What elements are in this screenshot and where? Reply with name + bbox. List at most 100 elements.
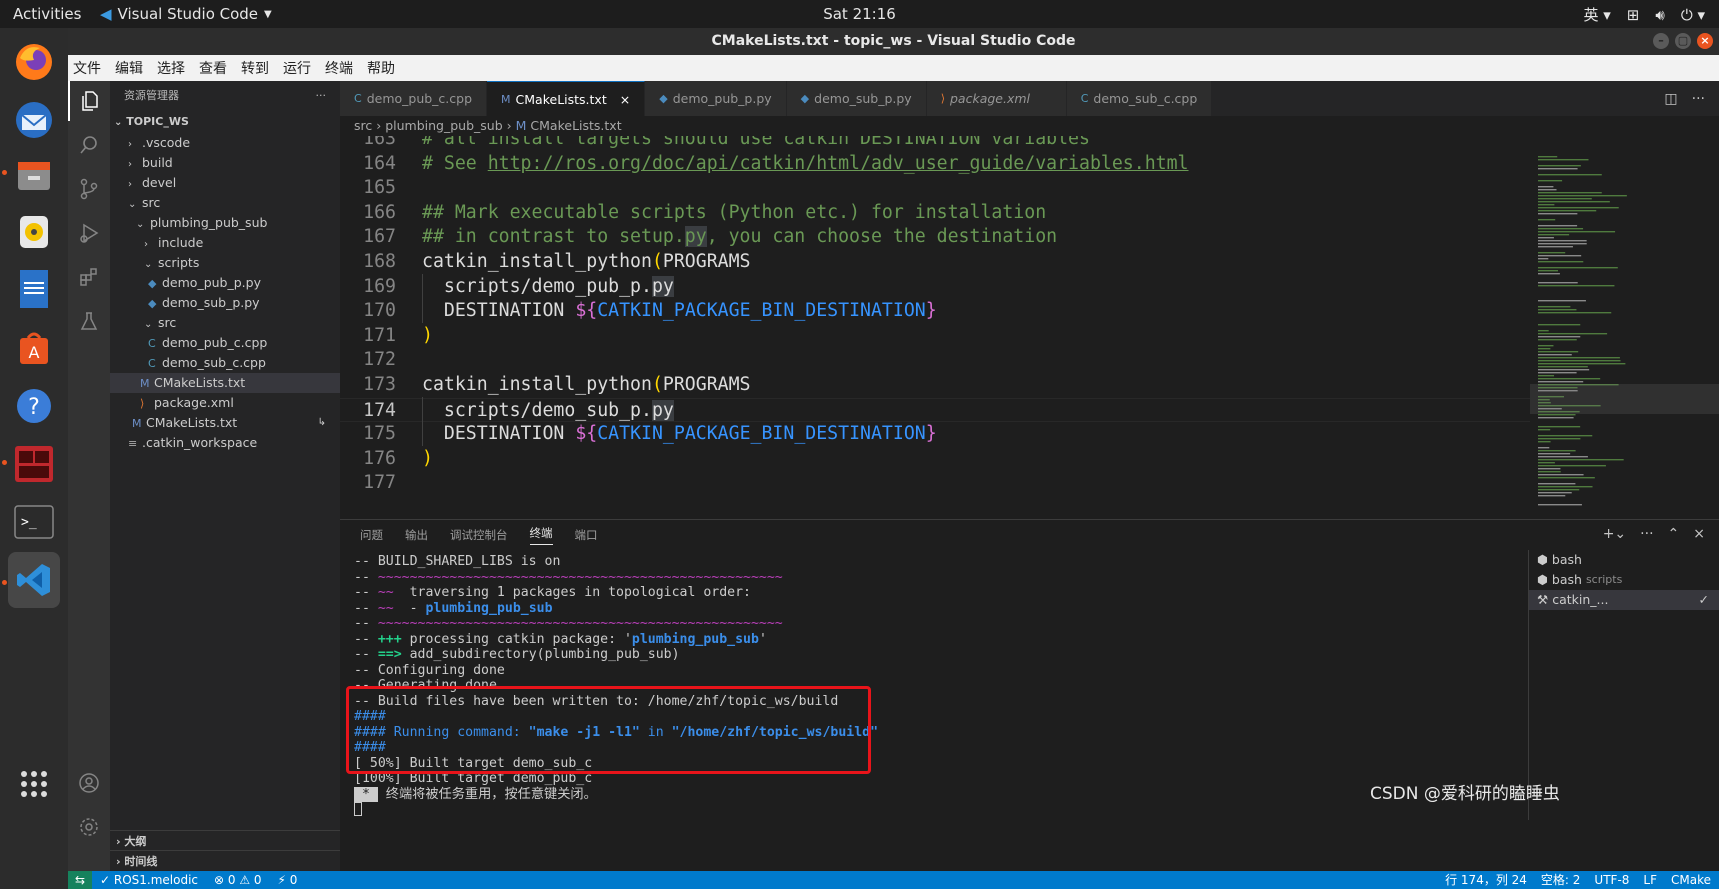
code-link[interactable]: http://ros.org/doc/api/catkin/html/adv_u… xyxy=(488,153,1189,174)
menu-selection[interactable]: 选择 xyxy=(157,58,185,78)
input-method[interactable]: 英 ▾ xyxy=(1583,4,1610,25)
tree-item-scripts[interactable]: ⌄ scripts xyxy=(110,253,340,273)
maximize-icon[interactable]: ▢ xyxy=(1675,33,1691,49)
code-line: 163 # all install targets should use catk… xyxy=(363,136,1090,149)
svg-text:A: A xyxy=(29,343,40,362)
tree-item-build[interactable]: › build xyxy=(110,153,340,173)
writer-icon[interactable] xyxy=(8,264,60,316)
files-icon[interactable] xyxy=(8,150,60,202)
maximize-panel-icon[interactable]: ⌃ xyxy=(1668,526,1680,542)
thunderbird-icon[interactable] xyxy=(8,94,60,146)
tab-demo-pub-p-py[interactable]: ◆ demo_pub_p.py xyxy=(645,81,787,116)
tab-demo-sub-c-cpp[interactable]: Cdemo_sub_c.cpp xyxy=(1066,81,1213,116)
status-cursor-position[interactable]: 行 174，列 24 xyxy=(1445,871,1527,889)
tree-item-src-inner[interactable]: ⌄ src xyxy=(110,313,340,333)
more-actions-icon[interactable]: ··· xyxy=(1692,91,1705,107)
code-line: 164 # See http://ros.org/doc/api/catkin/h… xyxy=(363,152,1189,174)
testing-icon[interactable] xyxy=(68,301,110,341)
search-icon[interactable] xyxy=(68,125,110,165)
tab-close-icon[interactable]: × xyxy=(620,82,630,117)
source-control-icon[interactable] xyxy=(68,169,110,209)
tree-item-demo-pub-p-py[interactable]: ◆ demo_pub_p.py xyxy=(110,273,340,293)
tree-item-catkin-workspace[interactable]: ≡ .catkin_workspace xyxy=(110,433,340,453)
code-editor[interactable]: 163 # all install targets should use catk… xyxy=(340,136,1530,519)
status-problems[interactable]: ⊗ 0 ⚠ 0 xyxy=(206,871,270,889)
menu-file[interactable]: 文件 xyxy=(73,58,101,78)
chevron-right-icon: › xyxy=(144,239,148,250)
tab-output[interactable]: 输出 xyxy=(405,527,428,543)
status-ros-env[interactable]: ✓ ROS1.melodic xyxy=(92,871,206,889)
workspace-header[interactable]: ⌄ TOPIC_WS xyxy=(110,111,340,133)
tab-package-xml[interactable]: ⟩ package.xml xyxy=(926,81,1067,116)
power-icon[interactable]: ⏻ ▾ xyxy=(1681,6,1705,24)
split-editor-icon[interactable]: ◫ xyxy=(1664,91,1677,107)
menu-help[interactable]: 帮助 xyxy=(367,58,395,78)
close-icon[interactable]: × xyxy=(1697,33,1713,49)
menu-terminal[interactable]: 终端 xyxy=(325,58,353,78)
menu-view[interactable]: 查看 xyxy=(199,58,227,78)
rhythmbox-icon[interactable] xyxy=(8,206,60,258)
tab-ports[interactable]: 端口 xyxy=(575,527,598,543)
accounts-icon[interactable] xyxy=(68,763,110,803)
tree-item-devel[interactable]: › devel xyxy=(110,173,340,193)
minimap-line xyxy=(1538,201,1610,203)
breadcrumb-file[interactable]: CMakeLists.txt xyxy=(530,118,621,133)
outline-section[interactable]: › 大纲 xyxy=(110,830,340,852)
menu-edit[interactable]: 编辑 xyxy=(115,58,143,78)
settings-gear-icon[interactable] xyxy=(68,807,110,847)
run-debug-icon[interactable] xyxy=(68,213,110,253)
breadcrumb-src[interactable]: src xyxy=(354,118,372,133)
status-indentation[interactable]: 空格: 2 xyxy=(1541,871,1581,889)
tree-item-demo-sub-c-cpp[interactable]: Cdemo_sub_c.cpp xyxy=(110,353,340,373)
tree-item-cmakelists-root[interactable]: M CMakeLists.txt ↳ xyxy=(110,413,340,433)
tree-item-demo-sub-p-py[interactable]: ◆ demo_sub_p.py xyxy=(110,293,340,313)
tree-item-package-xml[interactable]: ⟩ package.xml xyxy=(110,393,340,413)
minimap[interactable] xyxy=(1530,136,1719,519)
minimap-line xyxy=(1538,210,1597,212)
tab-terminal[interactable]: 终端 xyxy=(529,525,553,545)
explorer-icon[interactable] xyxy=(68,81,110,121)
vscode-icon[interactable] xyxy=(8,552,60,608)
new-terminal-icon[interactable]: +⌄ xyxy=(1603,526,1626,542)
menu-go[interactable]: 转到 xyxy=(241,58,269,78)
terminator-icon[interactable] xyxy=(8,438,60,490)
minimize-icon[interactable]: – xyxy=(1653,33,1669,49)
volume-icon[interactable]: 🔊︎ xyxy=(1655,6,1664,24)
more-actions-icon[interactable]: ··· xyxy=(1640,526,1653,542)
tab-problems[interactable]: 问题 xyxy=(360,527,383,543)
tab-demo-sub-p-py[interactable]: ◆ demo_sub_p.py xyxy=(786,81,927,116)
window-titlebar[interactable]: CMakeLists.txt - topic_ws - Visual Studi… xyxy=(68,28,1719,55)
tree-item-src[interactable]: ⌄ src xyxy=(110,193,340,213)
tab-debug-console[interactable]: 调试控制台 xyxy=(450,527,508,543)
menu-run[interactable]: 运行 xyxy=(283,58,311,78)
terminal-icon[interactable]: >_ xyxy=(8,496,60,548)
breadcrumb-package[interactable]: plumbing_pub_sub xyxy=(385,118,502,133)
tree-item-demo-pub-c-cpp[interactable]: Cdemo_pub_c.cpp xyxy=(110,333,340,353)
software-icon[interactable]: A xyxy=(8,322,60,374)
status-ports[interactable]: ⚡ 0 xyxy=(270,871,306,889)
xml-file-icon: ⟩ xyxy=(140,397,145,410)
terminal-list-item-bash-scripts[interactable]: ⬢ bash scripts xyxy=(1529,570,1719,590)
network-icon[interactable]: ⊞ xyxy=(1627,6,1640,24)
status-encoding[interactable]: UTF-8 xyxy=(1594,871,1629,889)
tree-item-vscode[interactable]: › .vscode xyxy=(110,133,340,153)
extensions-icon[interactable] xyxy=(68,257,110,297)
more-actions-icon[interactable]: ··· xyxy=(316,81,327,111)
close-panel-icon[interactable]: × xyxy=(1693,526,1705,542)
tab-demo-pub-c-cpp[interactable]: Cdemo_pub_c.cpp xyxy=(340,81,488,116)
tree-item-plumbing-pub-sub[interactable]: ⌄ plumbing_pub_sub xyxy=(110,213,340,233)
tree-item-cmakelists-selected[interactable]: M CMakeLists.txt xyxy=(110,373,340,393)
status-eol[interactable]: LF xyxy=(1643,871,1657,889)
remote-indicator-icon[interactable]: ⇆ xyxy=(68,871,92,889)
tree-item-include[interactable]: › include xyxy=(110,233,340,253)
status-language[interactable]: CMake xyxy=(1671,871,1711,889)
terminal-list-item-catkin[interactable]: ⚒ catkin_... ✓ xyxy=(1529,590,1719,610)
tab-cmakelists[interactable]: M CMakeLists.txt × xyxy=(487,81,646,117)
minimap-viewport[interactable] xyxy=(1530,384,1719,414)
clock[interactable]: Sat 21:16 xyxy=(0,5,1719,23)
firefox-icon[interactable] xyxy=(8,36,60,88)
show-apps-icon[interactable] xyxy=(8,758,60,810)
timeline-section[interactable]: › 时间线 xyxy=(110,850,340,872)
terminal-list-item-bash[interactable]: ⬢ bash xyxy=(1529,550,1719,570)
help-icon[interactable]: ? xyxy=(8,380,60,432)
